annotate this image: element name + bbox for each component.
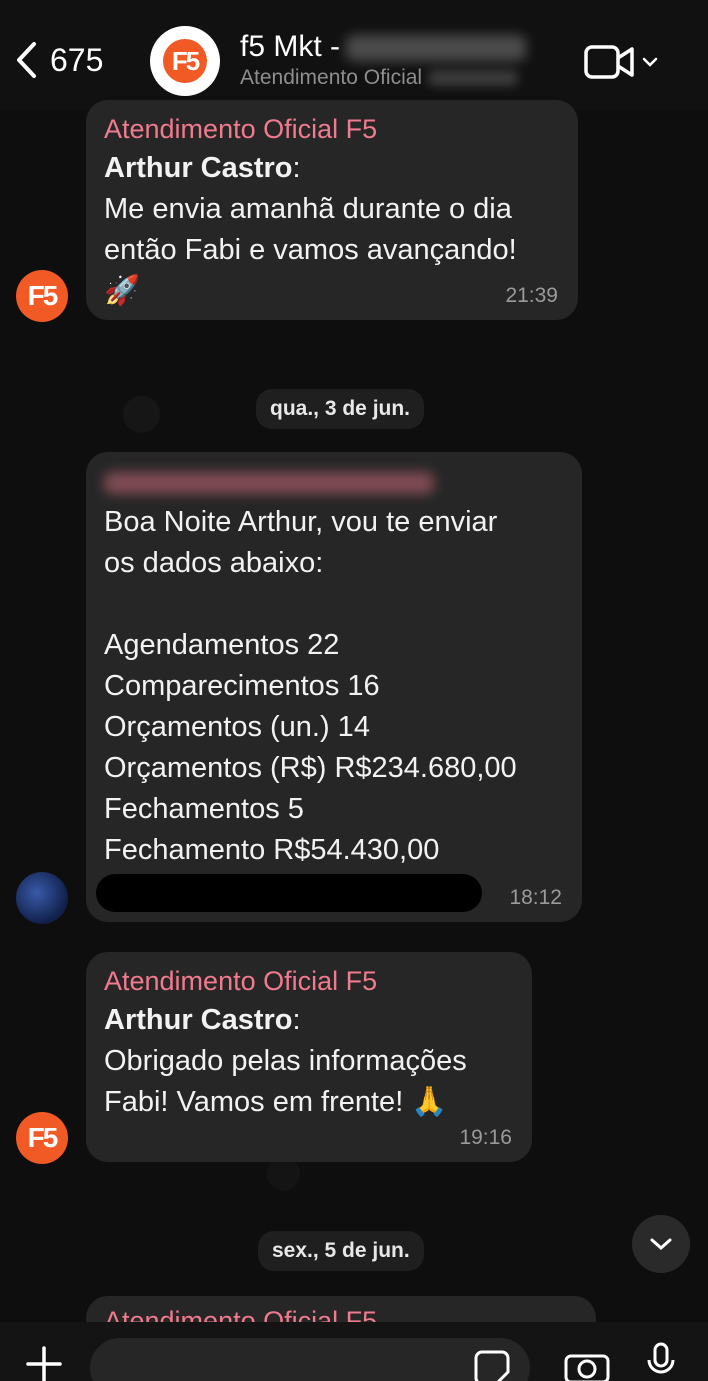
video-camera-icon: [584, 45, 634, 79]
message-text: Me envia amanhã durante o dia então Fabi…: [104, 193, 517, 307]
redacted-subtitle: [427, 70, 518, 87]
redacted-text: [96, 874, 482, 912]
sender-avatar[interactable]: [16, 872, 68, 924]
redacted-sender-name: [104, 472, 434, 494]
plus-icon[interactable]: [24, 1344, 64, 1381]
sticker-icon[interactable]: [474, 1350, 510, 1381]
message-author: Arthur Castro:: [104, 1004, 301, 1036]
chevron-left-icon: [17, 42, 36, 78]
sender-name: Atendimento Oficial F5: [104, 114, 378, 144]
video-call-button[interactable]: [584, 44, 658, 80]
message-bubble[interactable]: Atendimento Oficial F5 Arthur Castro: Me…: [86, 100, 578, 320]
message-text: Obrigado pelas informações Fabi! Vamos e…: [104, 1045, 467, 1118]
unread-count: 675: [50, 41, 104, 78]
message-author: Arthur Castro:: [104, 152, 301, 184]
scroll-to-bottom-button[interactable]: [632, 1215, 690, 1273]
message-time: 19:16: [459, 1126, 512, 1149]
chat-title[interactable]: f5 Mkt -: [240, 30, 527, 64]
chat-header: 675 F5 f5 Mkt - Atendimento Oficial: [0, 0, 708, 110]
sender-name: Atendimento Oficial F5: [104, 966, 378, 996]
group-avatar[interactable]: F5: [150, 26, 220, 96]
message-bubble[interactable]: Boa Noite Arthur, vou te enviar os dados…: [86, 452, 582, 922]
chevron-down-icon: [650, 1238, 672, 1251]
microphone-icon[interactable]: [646, 1342, 676, 1381]
date-separator: qua., 3 de jun.: [256, 389, 425, 429]
message-time: 18:12: [509, 886, 562, 909]
redacted-title: [346, 35, 527, 62]
chat-subtitle: Atendimento Oficial: [240, 66, 518, 90]
f5-logo: F5: [163, 39, 207, 83]
sender-avatar[interactable]: F5: [16, 270, 68, 322]
message-input[interactable]: [90, 1338, 530, 1381]
chevron-down-icon: [642, 57, 658, 67]
back-button[interactable]: 675: [14, 40, 103, 80]
message-text: Boa Noite Arthur, vou te enviar os dados…: [104, 506, 517, 866]
date-separator: sex., 5 de jun.: [258, 1231, 424, 1271]
message-bubble[interactable]: Atendimento Oficial F5 Arthur Castro: Ob…: [86, 952, 532, 1162]
sender-avatar[interactable]: F5: [16, 1112, 68, 1164]
message-composer: [0, 1322, 708, 1381]
camera-icon[interactable]: [564, 1348, 610, 1381]
message-time: 21:39: [505, 284, 558, 307]
